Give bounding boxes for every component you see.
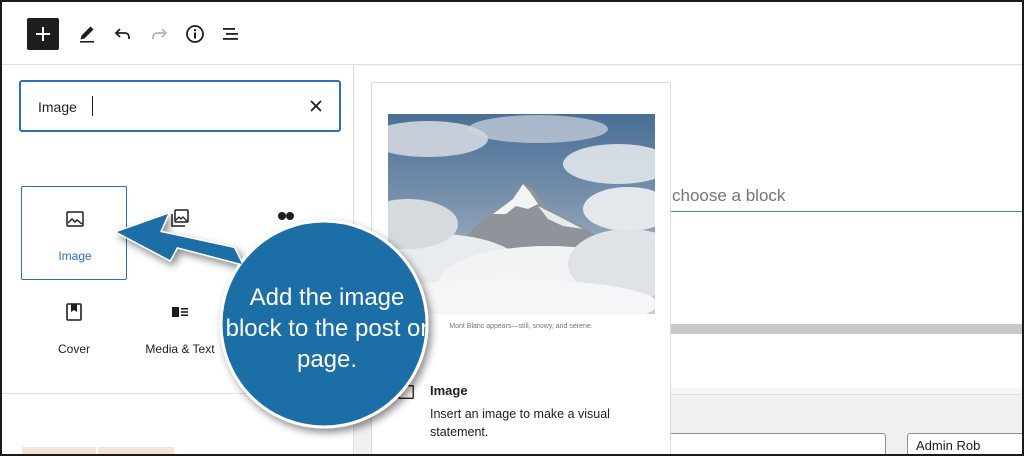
block-label: Image: [58, 249, 92, 263]
add-block-button[interactable]: [27, 18, 59, 50]
plus-icon: [36, 27, 50, 41]
preview-block-title: Image: [430, 383, 468, 398]
image-icon: [66, 211, 84, 227]
dots-icon: [278, 212, 294, 220]
undo-icon: [114, 28, 130, 39]
list-view-icon: [223, 28, 238, 40]
info-icon: [186, 25, 204, 43]
media-text-icon: [172, 307, 188, 317]
tools-button[interactable]: [71, 18, 103, 50]
text-field[interactable]: [662, 433, 886, 454]
callout-text: Add the image block to the post or page.: [225, 284, 429, 373]
block-search-input[interactable]: Image: [19, 80, 341, 132]
block-item-gallery[interactable]: [127, 186, 233, 280]
redo-button[interactable]: [143, 18, 175, 50]
undo-button[interactable]: [107, 18, 139, 50]
block-inserter-panel: Image Image Cover Media & Text: [2, 65, 354, 454]
block-preview-popover: Mont Blanc appears—still, snowy, and ser…: [371, 82, 671, 454]
block-item-image[interactable]: Image: [21, 186, 127, 280]
separator-stripe: [662, 324, 1022, 334]
block-label: Cover: [57, 342, 90, 356]
editor-window: choose a block Admin Rob Image Image Cov…: [0, 0, 1024, 456]
block-item-cover[interactable]: Cover: [21, 280, 127, 374]
pencil-icon: [80, 26, 94, 43]
editor-toolbar: [2, 2, 1022, 65]
preview-block-description: Insert an image to make a visual stateme…: [430, 407, 610, 439]
block-item-media-text[interactable]: Media & Text: [127, 280, 233, 374]
close-icon: [310, 100, 322, 112]
redo-icon: [152, 28, 168, 39]
search-value: Image: [38, 99, 77, 115]
block-label: Media & Text: [145, 342, 215, 356]
block-item-more[interactable]: [233, 186, 339, 280]
gallery-icon: [171, 209, 189, 227]
cover-icon: [66, 303, 82, 321]
image-block-icon: [398, 385, 414, 399]
text-caret: [92, 96, 93, 116]
pattern-preview-thumbnails[interactable]: [22, 447, 174, 454]
panel-divider: [2, 393, 354, 394]
author-select[interactable]: Admin Rob: [907, 433, 1022, 454]
placeholder-underline: [662, 211, 1022, 212]
list-view-button[interactable]: [215, 18, 247, 50]
clear-search-button[interactable]: [307, 97, 325, 115]
block-placeholder[interactable]: choose a block: [672, 186, 785, 206]
details-button[interactable]: [179, 18, 211, 50]
